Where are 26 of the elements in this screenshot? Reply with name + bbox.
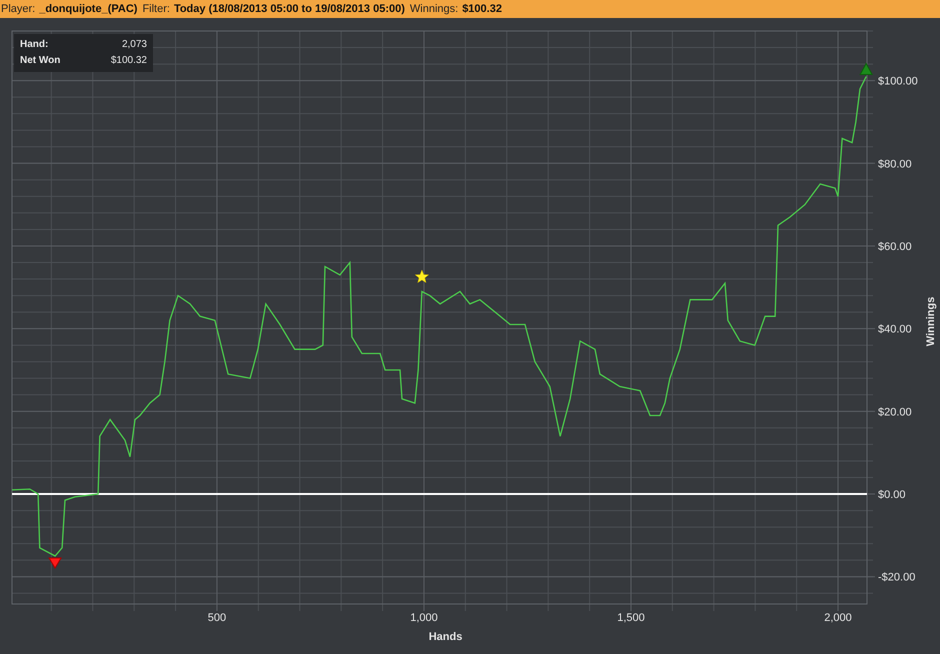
- header-value: Today (18/08/2013 05:00 to 19/08/2013 05:00): [174, 2, 405, 17]
- x-tick-label: 1,500: [617, 612, 645, 624]
- star-icon: [414, 270, 429, 283]
- y-tick-label: $40.00: [878, 324, 912, 336]
- info-value: $100.32: [110, 54, 147, 68]
- x-tick-label: 2,000: [824, 612, 852, 624]
- info-value: 2,073: [122, 38, 147, 52]
- y-tick-label: -$20.00: [878, 572, 916, 584]
- header-label: Winnings:: [410, 2, 458, 17]
- info-label: Hand:: [20, 38, 48, 52]
- x-tick-label: 1,000: [410, 612, 438, 624]
- up-triangle-icon: [859, 62, 874, 75]
- header-value: $100.32: [462, 2, 502, 17]
- y-tick-label: $0.00: [878, 489, 906, 502]
- x-tick-label: 500: [208, 612, 226, 624]
- header-label: Player:: [1, 2, 36, 17]
- y-tick-label: $80.00: [878, 158, 912, 170]
- y-axis-title: Winnings: [925, 296, 937, 346]
- x-axis-title: Hands: [428, 631, 462, 643]
- header-label: Filter:: [142, 2, 170, 17]
- header-value: _donquijote_(PAC): [39, 2, 138, 17]
- y-tick-label: $60.00: [878, 240, 912, 253]
- y-tick-label: $100.00: [878, 76, 918, 88]
- down-triangle-icon: [48, 558, 62, 570]
- info-label: Net Won: [20, 54, 60, 68]
- y-tick-label: $20.00: [878, 406, 912, 418]
